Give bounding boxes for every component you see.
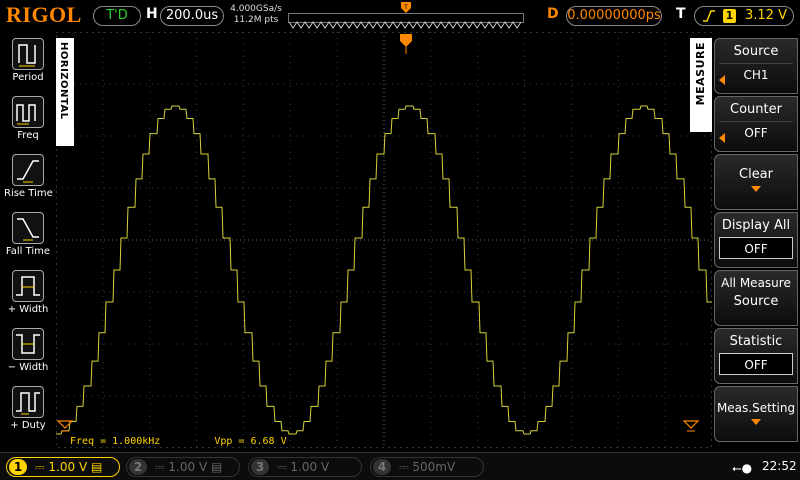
ch1-scale-value: 1.00 V xyxy=(48,460,88,474)
measure-positive-duty-button[interactable]: + Duty xyxy=(4,386,52,444)
rise-time-icon xyxy=(12,154,44,186)
trigger-settings[interactable]: 1 3.12 V xyxy=(694,6,794,26)
rigol-logo: RIGOL xyxy=(6,2,82,27)
positive-width-label: + Width xyxy=(7,304,49,315)
counter-value: OFF xyxy=(719,121,793,143)
delay-label: D xyxy=(547,6,559,22)
left-arrow-icon xyxy=(719,75,725,85)
memory-depth: 11.2M pts xyxy=(233,15,279,25)
measure-negative-width-button[interactable]: − Width xyxy=(4,328,52,386)
measure-rise-time-button[interactable]: Rise Time xyxy=(4,154,53,212)
left-arrow-icon xyxy=(719,133,725,143)
ch2-scale: ⎓ 1.00 V ▤ xyxy=(155,458,222,476)
ch2-number: 2 xyxy=(129,459,147,475)
dc-coupling-icon: ⎓ xyxy=(277,460,287,474)
statistic-value: OFF xyxy=(719,353,793,375)
ch4-status[interactable]: 4 ⎓ 500mV xyxy=(370,457,484,477)
ch3-number: 3 xyxy=(251,459,269,475)
counter-label: Counter xyxy=(730,102,782,117)
measure-period-button[interactable]: Period xyxy=(4,38,52,96)
ch3-scale: ⎓ 1.00 V xyxy=(277,458,329,476)
horizontal-tab[interactable]: HORIZONTAL xyxy=(56,38,74,146)
trigger-level: 3.12 V xyxy=(745,8,787,23)
ch4-scale: ⎓ 500mV xyxy=(399,458,455,476)
measure-freq-button[interactable]: Freq xyxy=(4,96,52,154)
positive-duty-label: + Duty xyxy=(10,420,46,431)
negative-width-icon xyxy=(12,328,44,360)
display-all-value: OFF xyxy=(719,237,793,259)
measurement-results: Freq = 1.000kHz Vpp = 6.68 V xyxy=(70,436,335,447)
trigger-source: 1 xyxy=(723,9,736,23)
period-icon xyxy=(12,38,44,70)
horizontal-label: H xyxy=(146,6,158,22)
dc-coupling-icon: ⎓ xyxy=(399,460,409,474)
system-clock: 22:52 xyxy=(762,459,797,473)
usb-icon: ⭠● xyxy=(732,461,753,475)
source-label: Source xyxy=(733,44,779,59)
all-measure-source-softkey[interactable]: All Measure Source xyxy=(714,270,798,326)
display-all-label: Display All xyxy=(721,218,791,233)
negative-width-label: − Width xyxy=(7,362,49,373)
trigger-position-icon: T xyxy=(401,2,411,17)
measure-fall-time-button[interactable]: Fall Time xyxy=(4,212,52,270)
timebase-value[interactable]: 200.0us xyxy=(160,6,224,26)
positive-width-icon xyxy=(12,270,44,302)
display-all-softkey[interactable]: Display All OFF xyxy=(714,212,798,268)
clear-label: Clear xyxy=(739,167,773,182)
channel-status-bar: 1 ⎓ 1.00 V ▤ 2 ⎓ 1.00 V ▤ 3 ⎓ 1.00 V 4 ⎓… xyxy=(0,452,800,480)
waveform-display[interactable] xyxy=(56,32,712,448)
ch1-number: 1 xyxy=(9,459,27,475)
fall-time-label: Fall Time xyxy=(5,246,51,257)
freq-measurement: Freq = 1.000kHz xyxy=(70,436,161,447)
trigger-status[interactable]: T'D xyxy=(93,6,141,26)
top-status-bar: RIGOL T'D H 200.0us 4.000GSa/s 11.2M pts… xyxy=(0,0,800,32)
measure-tab[interactable]: MEASURE xyxy=(690,38,712,132)
horizontal-measure-menu: Period Freq Rise Time Fall Time + Width … xyxy=(0,38,56,448)
fall-time-icon xyxy=(12,212,44,244)
dc-coupling-icon: ⎓ xyxy=(35,460,45,474)
bandwidth-limit-icon: ▤ xyxy=(210,460,223,474)
measure-positive-width-button[interactable]: + Width xyxy=(4,270,52,328)
statistic-softkey[interactable]: Statistic OFF xyxy=(714,328,798,384)
ch4-scale-value: 500mV xyxy=(412,460,456,474)
sample-rate: 4.000GSa/s xyxy=(230,4,282,14)
delay-value[interactable]: 0.00000000ps xyxy=(566,6,662,26)
memory-waveform-icon xyxy=(288,21,522,29)
positive-duty-icon xyxy=(12,386,44,418)
freq-icon xyxy=(12,96,44,128)
statistic-label: Statistic xyxy=(729,334,783,349)
measure-softkey-menu: Source CH1 Counter OFF Clear Display All… xyxy=(712,38,800,450)
clear-softkey[interactable]: Clear xyxy=(714,154,798,210)
acquisition-info: 4.000GSa/s 11.2M pts xyxy=(230,4,282,26)
ch3-status[interactable]: 3 ⎓ 1.00 V xyxy=(248,457,362,477)
ch2-scale-value: 1.00 V xyxy=(168,460,208,474)
source-value: CH1 xyxy=(719,63,793,85)
ch3-scale-value: 1.00 V xyxy=(290,460,330,474)
all-measure-source-label: Source xyxy=(733,294,779,309)
vpp-measurement: Vpp = 6.68 V xyxy=(214,436,287,447)
ch4-number: 4 xyxy=(373,459,391,475)
all-measure-label: All Measure xyxy=(721,276,791,290)
svg-text:T: T xyxy=(403,4,408,11)
counter-softkey[interactable]: Counter OFF xyxy=(714,96,798,152)
ch1-scale: ⎓ 1.00 V ▤ xyxy=(35,458,102,476)
ch1-status[interactable]: 1 ⎓ 1.00 V ▤ xyxy=(6,457,120,477)
meas-setting-softkey[interactable]: Meas.Setting xyxy=(714,386,798,442)
measure-tab-label: MEASURE xyxy=(694,42,707,106)
ch2-status[interactable]: 2 ⎓ 1.00 V ▤ xyxy=(126,457,240,477)
horizontal-tab-label: HORIZONTAL xyxy=(58,42,69,120)
trigger-label: T xyxy=(676,6,686,22)
rising-edge-icon xyxy=(703,10,715,22)
bandwidth-limit-icon: ▤ xyxy=(90,460,103,474)
meas-setting-label: Meas.Setting xyxy=(716,401,796,415)
rise-time-label: Rise Time xyxy=(4,188,53,199)
down-arrow-icon xyxy=(751,186,761,192)
down-arrow-icon xyxy=(751,419,761,425)
period-label: Period xyxy=(12,72,44,83)
dc-coupling-icon: ⎓ xyxy=(155,460,165,474)
freq-label: Freq xyxy=(17,130,39,141)
source-softkey[interactable]: Source CH1 xyxy=(714,38,798,94)
